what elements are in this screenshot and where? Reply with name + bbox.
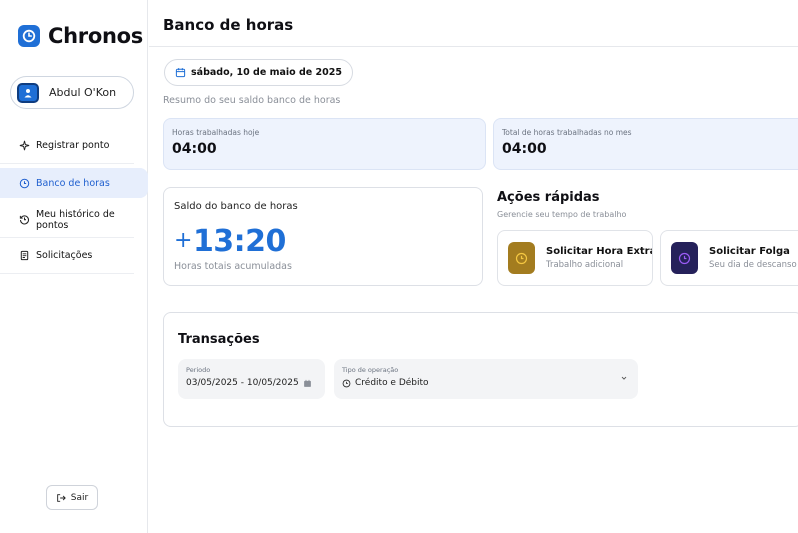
clock-icon [508, 242, 535, 274]
user-menu[interactable]: Abdul O'Kon [10, 76, 134, 109]
page-subtitle: Resumo do seu saldo banco de horas [163, 95, 341, 106]
balance-title: Saldo do banco de horas [174, 201, 298, 212]
operation-value-text: Crédito e Débito [355, 378, 429, 388]
stat-label: Total de horas trabalhadas no mes [502, 128, 632, 137]
stat-hours-month: Total de horas trabalhadas no mes 04:00 [493, 118, 798, 170]
quick-action-description: Seu dia de descanso [709, 260, 797, 270]
sidebar-item-banco-de-horas[interactable]: Banco de horas [0, 168, 148, 198]
logout-label: Sair [70, 492, 89, 503]
sidebar-item-label: Registrar ponto [36, 140, 110, 151]
quick-actions-title: Ações rápidas [497, 190, 600, 205]
calendar-icon[interactable] [303, 379, 312, 388]
chevron-down-icon [621, 376, 627, 380]
sidebar-item-registrar-ponto[interactable]: Registrar ponto [0, 128, 134, 164]
request-overtime-button[interactable]: Solicitar Hora Extra Trabalho adicional [497, 230, 653, 286]
chronos-logo-icon [18, 25, 40, 47]
logout-icon [56, 493, 66, 502]
balance-value: +13:20 [174, 224, 286, 259]
date-label: sábado, 10 de maio de 2025 [191, 67, 342, 78]
app-name: Chronos [48, 24, 143, 48]
operation-value: Crédito e Débito [342, 378, 630, 388]
sparkle-icon [19, 140, 30, 151]
sidebar-item-label: Meu histórico de pontos [36, 208, 115, 231]
sidebar-item-label: Solicitações [36, 250, 93, 261]
stat-label: Horas trabalhadas hoje [172, 128, 260, 137]
operation-label: Tipo de operação [342, 366, 399, 374]
clock-icon [342, 379, 351, 387]
header: Banco de horas [149, 0, 798, 47]
date-chip[interactable]: sábado, 10 de maio de 2025 [164, 59, 353, 86]
quick-action-label: Solicitar Folga [709, 246, 790, 257]
page-title: Banco de horas [163, 16, 294, 34]
period-label: Periodo [186, 366, 211, 374]
balance-card: Saldo do banco de horas +13:20 Horas tot… [163, 187, 483, 286]
quick-action-description: Trabalho adicional [546, 260, 624, 270]
user-name: Abdul O'Kon [49, 86, 117, 99]
transactions-card: Transações Periodo 03/05/2025 - 10/05/20… [163, 312, 798, 427]
stat-hours-today: Horas trabalhadas hoje 04:00 [163, 118, 486, 170]
clock-icon [19, 178, 30, 188]
request-dayoff-button[interactable]: Solicitar Folga Seu dia de descanso [660, 230, 798, 286]
user-icon [17, 82, 39, 103]
sidebar-nav: Registrar ponto Banco de horas Meu histó… [0, 128, 148, 274]
period-value: 03/05/2025 - 10/05/2025 [186, 378, 317, 388]
period-value-text: 03/05/2025 - 10/05/2025 [186, 378, 299, 388]
brand[interactable]: Chronos [18, 24, 143, 48]
transactions-title: Transações [178, 332, 260, 347]
calendar-icon [175, 68, 186, 78]
sidebar-item-historico[interactable]: Meu histórico de pontos [0, 202, 134, 238]
stat-value: 04:00 [172, 141, 217, 157]
period-field[interactable]: Periodo 03/05/2025 - 10/05/2025 [178, 359, 325, 399]
quick-action-label: Solicitar Hora Extra [546, 246, 653, 257]
logout-button[interactable]: Sair [46, 485, 98, 510]
stat-value: 04:00 [502, 141, 547, 157]
sidebar-item-solicitacoes[interactable]: Solicitações [0, 238, 134, 274]
history-icon [19, 215, 29, 225]
operation-type-select[interactable]: Tipo de operação Crédito e Débito [334, 359, 638, 399]
receipt-icon [20, 250, 29, 261]
balance-subtitle: Horas totais acumuladas [174, 261, 292, 272]
sidebar: Chronos Abdul O'Kon Registrar ponto Banc… [0, 0, 148, 533]
balance-sign: + [174, 228, 192, 253]
clock-icon [671, 242, 698, 274]
balance-amount: 13:20 [192, 224, 287, 259]
sidebar-item-label: Banco de horas [36, 177, 110, 189]
quick-actions-subtitle: Gerencie seu tempo de trabalho [497, 210, 627, 219]
